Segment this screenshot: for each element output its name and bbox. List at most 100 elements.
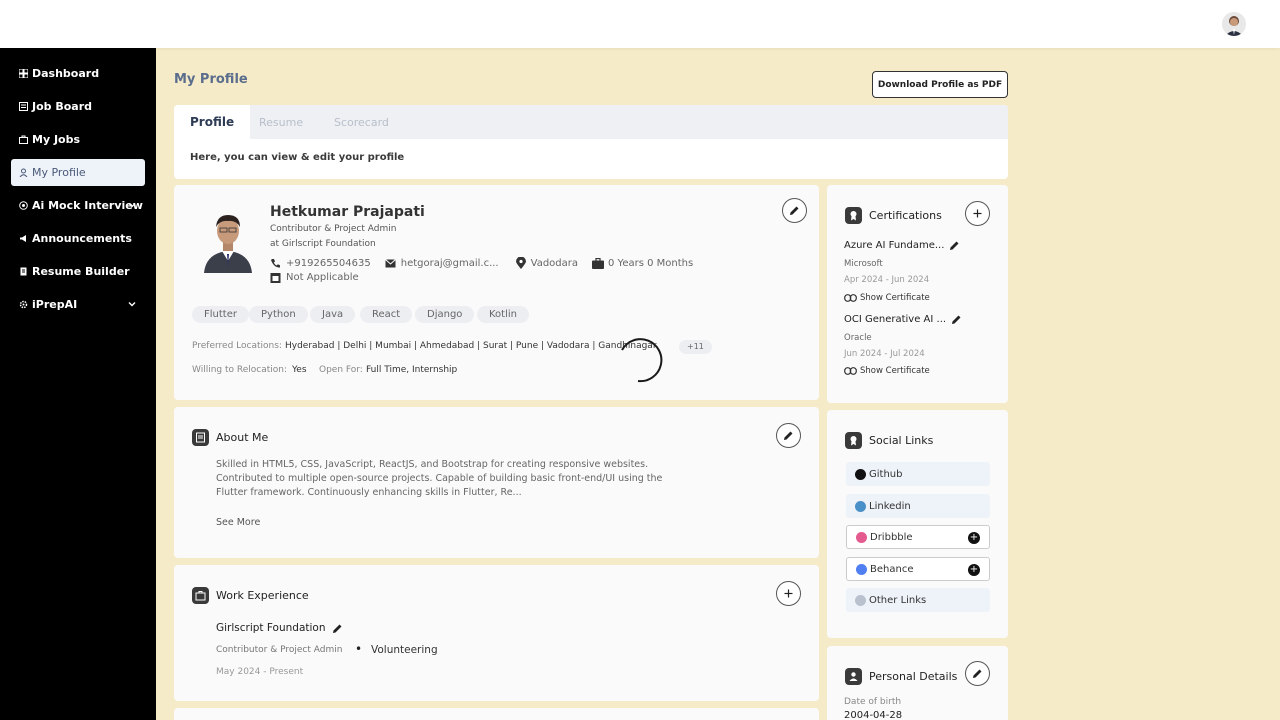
sidebar-item-my-jobs[interactable]: My Jobs: [11, 126, 145, 153]
social-link-dribbble[interactable]: Dribbble +: [846, 525, 990, 549]
bullet-dot: •: [355, 642, 363, 656]
contact-row: +919265504635 hetgoraj@gmail.c... Vadoda…: [270, 257, 693, 269]
tab-resume[interactable]: Resume: [259, 105, 303, 139]
pencil-icon[interactable]: [332, 623, 343, 634]
profile-email[interactable]: hetgoraj@gmail.c...: [401, 258, 499, 269]
social-links-title: Social Links: [869, 434, 934, 447]
mail-icon: [384, 258, 396, 267]
sidebar-item-resume-builder[interactable]: Resume Builder: [11, 258, 145, 285]
pencil-icon[interactable]: [951, 314, 962, 325]
other-links-icon: [855, 594, 866, 606]
add-certification-button[interactable]: [965, 201, 990, 226]
sidebar: Dashboard Job Board My Jobs My Profile A…: [0, 48, 156, 720]
about-me-title: About Me: [216, 431, 269, 444]
gear-icon: [17, 299, 29, 311]
work-type: Volunteering: [371, 644, 438, 656]
profile-location: Vadodara: [530, 257, 578, 269]
sidebar-item-label: My Profile: [32, 166, 86, 179]
sidebar-item-label: My Jobs: [32, 133, 81, 146]
page-title: My Profile: [174, 72, 248, 87]
award-icon: [845, 432, 862, 449]
preferred-locations-value: Hyderabad | Delhi | Mumbai | Ahmedabad |…: [285, 341, 657, 351]
work-experience-header: Work Experience: [192, 587, 309, 604]
show-certificate-label: Show Certificate: [860, 293, 930, 303]
work-role: Contributor & Project Admin: [216, 645, 343, 655]
social-link-github[interactable]: Github: [846, 462, 990, 486]
location-pin-icon: [515, 257, 526, 269]
next-section-card: [174, 708, 819, 720]
certification-name-row: Azure AI Fundame...: [844, 240, 960, 251]
social-link-other[interactable]: Other Links: [846, 588, 990, 612]
tab-scorecard[interactable]: Scorecard: [334, 105, 389, 139]
profile-card: Hetkumar Prajapati Contributor & Project…: [174, 185, 819, 400]
edit-personal-details-button[interactable]: [965, 661, 990, 686]
relocation-label: Willing to Relocation:: [192, 365, 288, 375]
grid-icon: [17, 68, 29, 80]
sidebar-item-ai-mock-interview[interactable]: Ai Mock Interview: [11, 192, 145, 219]
add-dribbble-icon[interactable]: +: [968, 532, 980, 544]
sidebar-item-label: Job Board: [32, 100, 93, 113]
show-certificate-link[interactable]: Show Certificate: [844, 366, 930, 376]
chevron-down-icon[interactable]: [127, 200, 137, 210]
sidebar-item-job-board[interactable]: Job Board: [11, 93, 145, 120]
skill-chip: Java: [310, 306, 356, 323]
sidebar-item-my-profile[interactable]: My Profile: [11, 159, 145, 186]
profile-photo: [200, 209, 256, 273]
skill-chip: Flutter: [192, 306, 249, 323]
skill-chip: Kotlin: [477, 306, 529, 323]
skill-chip: Python: [249, 306, 308, 323]
certification-issuer: Microsoft: [844, 259, 883, 269]
about-text-line: Flutter framework. Continuously enhancin…: [216, 487, 522, 498]
certification-dates: Jun 2024 - Jul 2024: [844, 349, 925, 359]
more-locations-badge[interactable]: +11: [679, 340, 712, 354]
social-link-linkedin[interactable]: Linkedin: [846, 494, 990, 518]
open-for-value: Full Time, Internship: [366, 365, 458, 375]
chevron-down-icon[interactable]: [127, 299, 137, 309]
board-icon: [17, 101, 29, 113]
show-certificate-label: Show Certificate: [860, 366, 930, 376]
certification-name-row: OCI Generative AI ...: [844, 314, 962, 325]
user-avatar[interactable]: [1222, 12, 1246, 36]
work-experience-title: Work Experience: [216, 589, 309, 602]
pencil-icon: [790, 206, 799, 215]
sidebar-item-label: iPrepAI: [32, 298, 78, 311]
sidebar-item-iprepai[interactable]: iPrepAI: [11, 291, 145, 318]
personal-details-title: Personal Details: [869, 670, 958, 683]
sidebar-item-announcements[interactable]: Announcements: [11, 225, 145, 252]
user-icon: [17, 167, 29, 179]
add-behance-icon[interactable]: +: [968, 564, 980, 576]
award-icon: [845, 207, 862, 224]
certification-dates: Apr 2024 - Jun 2024: [844, 275, 930, 285]
profile-role: Contributor & Project Admin: [270, 224, 397, 234]
social-link-label: Other Links: [869, 594, 927, 606]
preferred-locations-label: Preferred Locations:: [192, 341, 282, 351]
plus-icon: [973, 209, 982, 218]
tab-profile[interactable]: Profile: [174, 105, 251, 139]
pencil-icon[interactable]: [949, 240, 960, 251]
social-link-behance[interactable]: Behance +: [846, 557, 990, 581]
sidebar-item-label: Announcements: [32, 232, 132, 245]
calendar-icon: [270, 273, 281, 283]
link-icon: [844, 367, 857, 375]
personal-details-card: Personal Details Date of birth 2004-04-2…: [827, 646, 1008, 720]
about-me-header: About Me: [192, 429, 268, 446]
certification-name: OCI Generative AI ...: [844, 314, 947, 325]
sidebar-item-label: Dashboard: [32, 67, 100, 80]
social-link-label: Dribbble: [870, 531, 913, 543]
show-certificate-link[interactable]: Show Certificate: [844, 293, 930, 303]
profile-notice: Not Applicable: [286, 272, 359, 283]
edit-about-button[interactable]: [776, 423, 801, 448]
top-bar: [0, 0, 1280, 48]
edit-profile-button[interactable]: [782, 198, 807, 223]
person-icon: [845, 668, 862, 685]
dob-value: 2004-04-28: [844, 710, 903, 720]
add-work-experience-button[interactable]: [776, 581, 801, 606]
profile-organization: at Girlscript Foundation: [270, 239, 376, 249]
sidebar-item-dashboard[interactable]: Dashboard: [11, 60, 145, 87]
profile-phone: +919265504635: [286, 257, 371, 269]
see-more-link[interactable]: See More: [216, 517, 260, 528]
download-pdf-button[interactable]: Download Profile as PDF: [872, 71, 1008, 98]
sidebar-item-label: Resume Builder: [32, 265, 130, 278]
pencil-icon: [784, 431, 793, 440]
certifications-title: Certifications: [869, 209, 942, 222]
